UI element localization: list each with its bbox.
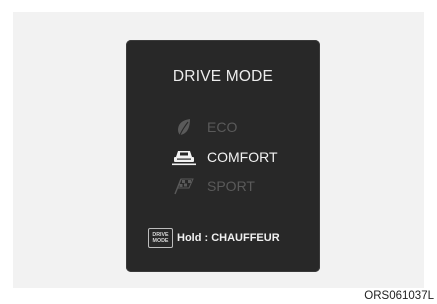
- mode-option-comfort[interactable]: COMFORT: [170, 147, 278, 167]
- figure-code: ORS061037L: [364, 290, 434, 302]
- mode-label-comfort: COMFORT: [207, 149, 278, 165]
- car-icon: [170, 147, 198, 167]
- drive-mode-panel: DRIVE MODE ECO COMFORT SPORT DRIVE MODE …: [126, 40, 320, 272]
- key-line-2: MODE: [152, 238, 169, 244]
- hold-chauffeur-text: Hold : CHAUFFEUR: [177, 232, 280, 244]
- leaf-icon: [170, 117, 198, 137]
- drive-mode-button-icon: DRIVE MODE: [148, 228, 173, 248]
- mode-option-eco[interactable]: ECO: [170, 117, 237, 137]
- mode-label-sport: SPORT: [207, 178, 255, 194]
- mode-label-eco: ECO: [207, 119, 238, 135]
- panel-title: DRIVE MODE: [172, 68, 274, 85]
- checkered-flag-icon: [170, 176, 198, 196]
- mode-option-sport[interactable]: SPORT: [170, 176, 255, 196]
- footer-hint: DRIVE MODE Hold : CHAUFFEUR: [148, 228, 280, 248]
